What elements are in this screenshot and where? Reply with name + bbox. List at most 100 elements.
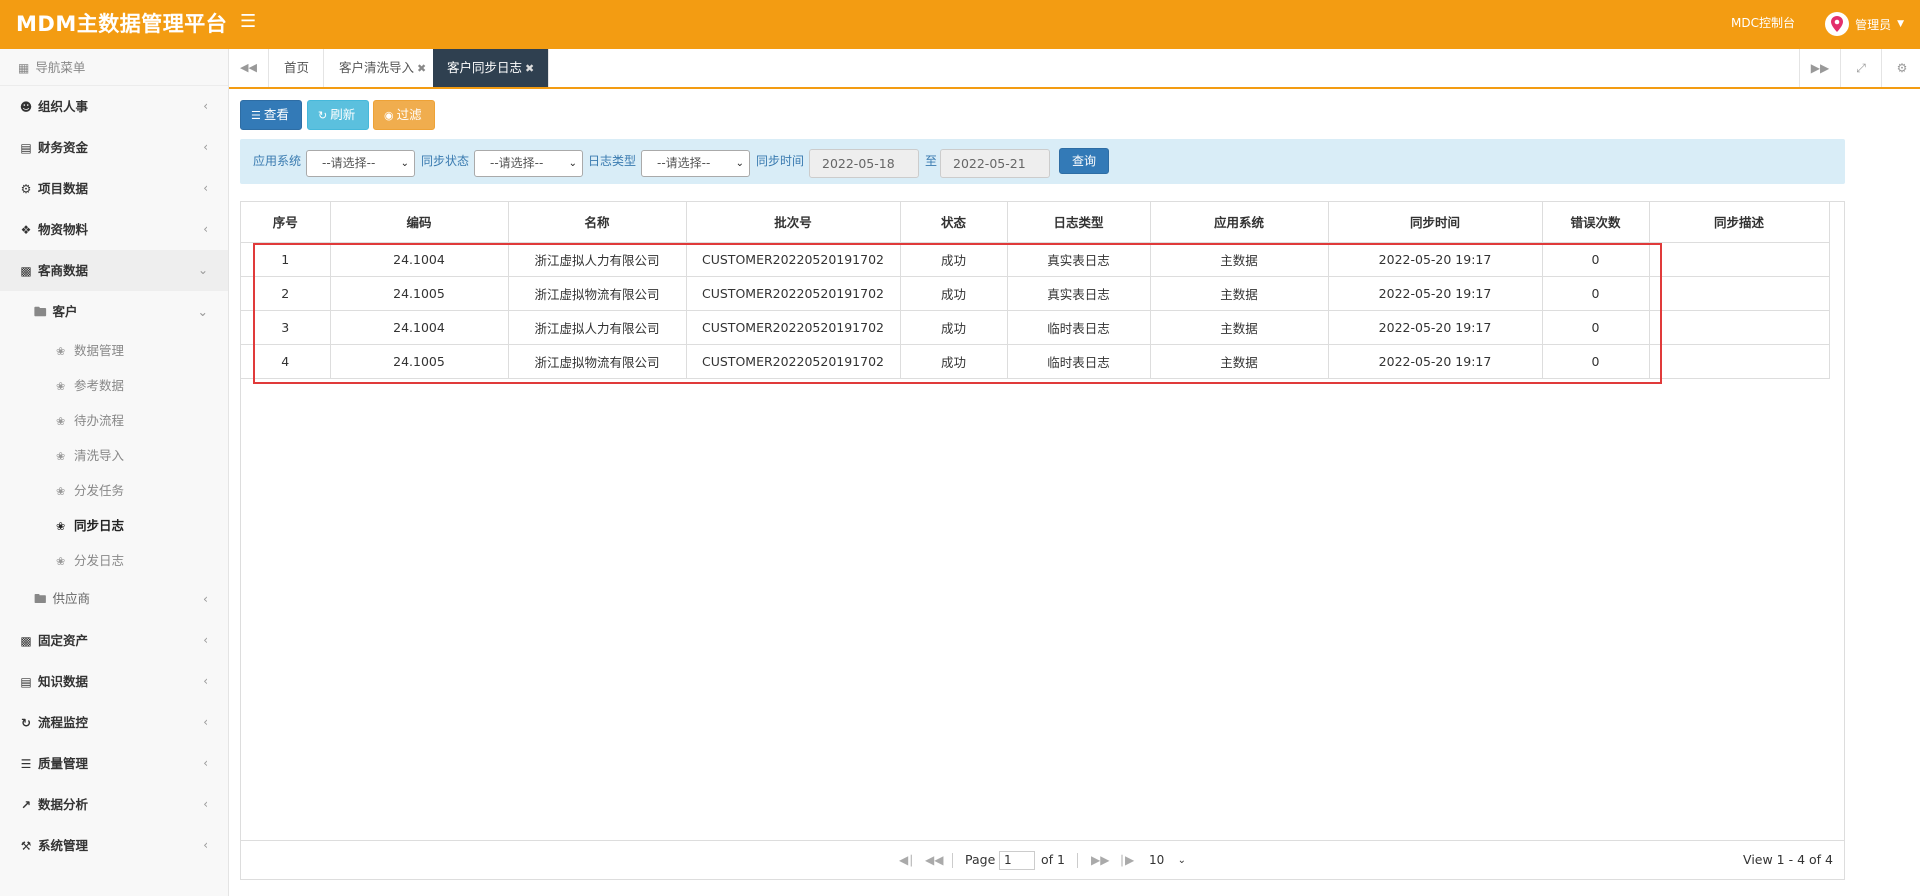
user-menu[interactable]: 管理员 ▼ bbox=[1825, 11, 1904, 37]
sidebar-item-process-monitor[interactable]: ↻ 流程监控 ‹ bbox=[0, 702, 228, 743]
chevron-down-icon: ⌄ bbox=[568, 158, 577, 169]
chevron-left-icon: ‹ bbox=[203, 591, 208, 606]
page-label: Page bbox=[965, 852, 996, 867]
sidebar-item-system[interactable]: ⚒ 系统管理 ‹ bbox=[0, 825, 228, 866]
gear-icon[interactable]: ⚙ bbox=[1881, 49, 1920, 87]
filter-button[interactable]: ◉ 过滤 bbox=[373, 100, 435, 130]
table-row[interactable]: 2 24.1005 浙江虚拟物流有限公司 CUSTOMER20220520191… bbox=[241, 276, 1830, 311]
table-cell: 成功 bbox=[900, 242, 1008, 277]
query-button[interactable]: 查询 bbox=[1059, 148, 1109, 174]
column-header[interactable]: 同步描述 bbox=[1649, 202, 1830, 243]
last-page-icon[interactable]: ∣▶ bbox=[1119, 841, 1134, 879]
table-cell: 浙江虚拟人力有限公司 bbox=[508, 310, 687, 345]
chevron-down-icon: ⌄ bbox=[197, 263, 208, 277]
log-type-select[interactable]: --请选择-- ⌄ bbox=[641, 150, 750, 177]
tab-customer-sync-log[interactable]: 客户同步日志 ✖ bbox=[433, 49, 550, 87]
location-pin-icon bbox=[1825, 12, 1850, 36]
table-row[interactable]: 3 24.1004 浙江虚拟人力有限公司 CUSTOMER20220520191… bbox=[241, 310, 1830, 345]
prev-page-icon[interactable]: ◀◀ bbox=[925, 841, 943, 879]
table-cell: 浙江虚拟物流有限公司 bbox=[508, 276, 687, 311]
table-cell: 真实表日志 bbox=[1007, 242, 1151, 277]
tab-scroll-left-icon[interactable]: ◀◀ bbox=[229, 49, 269, 87]
sidebar-leaf-clean-import[interactable]: ❀ 清洗导入 bbox=[0, 438, 228, 473]
leaf-icon: ❀ bbox=[56, 520, 66, 533]
tab-home[interactable]: 首页 bbox=[270, 49, 325, 87]
table-cell: 成功 bbox=[900, 276, 1008, 311]
table-cell: 0 bbox=[1542, 344, 1650, 379]
pager-divider bbox=[1077, 853, 1078, 868]
app-system-select[interactable]: --请选择-- ⌄ bbox=[306, 150, 415, 177]
sidebar-leaf-todo-process[interactable]: ❀ 待办流程 bbox=[0, 403, 228, 438]
chevron-left-icon: ‹ bbox=[203, 674, 208, 688]
view-button[interactable]: ☰ 查看 bbox=[240, 100, 302, 130]
table-cell: 2022-05-20 19:17 bbox=[1328, 344, 1543, 379]
column-header[interactable]: 应用系统 bbox=[1150, 202, 1329, 243]
next-page-icon[interactable]: ▶▶ bbox=[1091, 841, 1109, 879]
sidebar-item-fixed-assets[interactable]: ▩ 固定资产 ‹ bbox=[0, 620, 228, 661]
fullscreen-icon[interactable]: ⤢ bbox=[1840, 49, 1881, 87]
mdc-console-link[interactable]: MDC控制台 bbox=[1731, 0, 1795, 46]
sidebar-item-project[interactable]: ⚙ 项目数据 ‹ bbox=[0, 168, 228, 209]
sidebar-item-materials[interactable]: ❖ 物资物料 ‹ bbox=[0, 209, 228, 250]
chevron-down-icon: ⌄ bbox=[400, 158, 409, 169]
sidebar-item-org[interactable]: ☻ 组织人事 ‹ bbox=[0, 86, 228, 127]
table-cell: 0 bbox=[1542, 310, 1650, 345]
sidebar-item-finance[interactable]: ▤ 财务资金 ‹ bbox=[0, 127, 228, 168]
filter-bar: 应用系统 --请选择-- ⌄ 同步状态 --请选择-- ⌄ 日志类型 --请选择--… bbox=[240, 139, 1845, 184]
table-cell: 2022-05-20 19:17 bbox=[1328, 310, 1543, 345]
column-header[interactable]: 编码 bbox=[330, 202, 509, 243]
tab-scroll-right-icon[interactable]: ▶▶ bbox=[1799, 49, 1840, 87]
leaf-icon: ❀ bbox=[56, 380, 66, 393]
sidebar-leaf-data-management[interactable]: ❀ 数据管理 bbox=[0, 333, 228, 368]
close-icon[interactable]: ✖ bbox=[525, 62, 534, 75]
first-page-icon[interactable]: ◀∣ bbox=[899, 841, 914, 879]
sidebar-leaf-dispatch-log[interactable]: ❀ 分发日志 bbox=[0, 543, 228, 578]
date-to-input[interactable]: 2022-05-21 bbox=[940, 149, 1050, 178]
table-cell: 成功 bbox=[900, 310, 1008, 345]
close-icon[interactable]: ✖ bbox=[417, 62, 426, 75]
table-cell: CUSTOMER20220520191702 bbox=[686, 344, 901, 379]
table-row[interactable]: 4 24.1005 浙江虚拟物流有限公司 CUSTOMER20220520191… bbox=[241, 344, 1830, 379]
tab-customer-clean-import[interactable]: 客户清洗导入 ✖ bbox=[325, 49, 442, 87]
eye-icon: ◉ bbox=[384, 109, 394, 122]
page-number-input[interactable]: 1 bbox=[999, 851, 1035, 870]
hamburger-icon[interactable]: ☰ bbox=[240, 11, 256, 32]
pager: ◀∣ ◀◀ Page 1 of 1 ▶▶ ∣▶ 10 ⌄ View 1 - 4 o… bbox=[241, 840, 1844, 879]
sidebar-item-quality[interactable]: ☰ 质量管理 ‹ bbox=[0, 743, 228, 784]
column-header[interactable]: 名称 bbox=[508, 202, 687, 243]
sidebar-leaf-sync-log[interactable]: ❀ 同步日志 bbox=[0, 508, 228, 543]
sidebar-subitem-customer[interactable]: 🖿 客户 ⌄ bbox=[0, 291, 228, 333]
folder-icon: 🖿 bbox=[34, 591, 47, 606]
column-header[interactable]: 序号 bbox=[241, 202, 331, 243]
column-header[interactable]: 批次号 bbox=[686, 202, 901, 243]
refresh-button[interactable]: ↻ 刷新 bbox=[307, 100, 369, 130]
chevron-left-icon: ‹ bbox=[203, 756, 208, 770]
sidebar-leaf-dispatch-task[interactable]: ❀ 分发任务 bbox=[0, 473, 228, 508]
column-header[interactable]: 错误次数 bbox=[1542, 202, 1650, 243]
page-size-select[interactable]: 10 ⌄ bbox=[1144, 850, 1188, 871]
leaf-icon: ❀ bbox=[56, 485, 66, 498]
sidebar-item-knowledge[interactable]: ▤ 知识数据 ‹ bbox=[0, 661, 228, 702]
suitcase-icon: ▩ bbox=[20, 264, 32, 278]
sidebar-item-merchant[interactable]: ▩ 客商数据 ⌄ bbox=[0, 250, 228, 291]
table-row[interactable]: 1 24.1004 浙江虚拟人力有限公司 CUSTOMER20220520191… bbox=[241, 242, 1830, 277]
sidebar-item-analysis[interactable]: ↗ 数据分析 ‹ bbox=[0, 784, 228, 825]
table-cell: 主数据 bbox=[1150, 242, 1329, 277]
leaf-icon: ❀ bbox=[56, 345, 66, 358]
sync-status-select[interactable]: --请选择-- ⌄ bbox=[474, 150, 583, 177]
sidebar-subitem-supplier[interactable]: 🖿 供应商 ‹ bbox=[0, 578, 228, 620]
table-cell: CUSTOMER20220520191702 bbox=[686, 310, 901, 345]
column-header[interactable]: 状态 bbox=[900, 202, 1008, 243]
table-cell: CUSTOMER20220520191702 bbox=[686, 242, 901, 277]
log-type-label: 日志类型 bbox=[588, 154, 637, 168]
table-cell: 24.1005 bbox=[330, 276, 509, 311]
folder-icon: 🖿 bbox=[34, 304, 47, 319]
leaf-icon: ❀ bbox=[56, 450, 66, 463]
sidebar-leaf-reference-data[interactable]: ❀ 参考数据 bbox=[0, 368, 228, 403]
chevron-left-icon: ‹ bbox=[203, 222, 208, 236]
column-header[interactable]: 同步时间 bbox=[1328, 202, 1543, 243]
table-cell: 临时表日志 bbox=[1007, 310, 1151, 345]
table-cell: 2022-05-20 19:17 bbox=[1328, 242, 1543, 277]
date-from-input[interactable]: 2022-05-18 bbox=[809, 149, 919, 178]
column-header[interactable]: 日志类型 bbox=[1007, 202, 1151, 243]
